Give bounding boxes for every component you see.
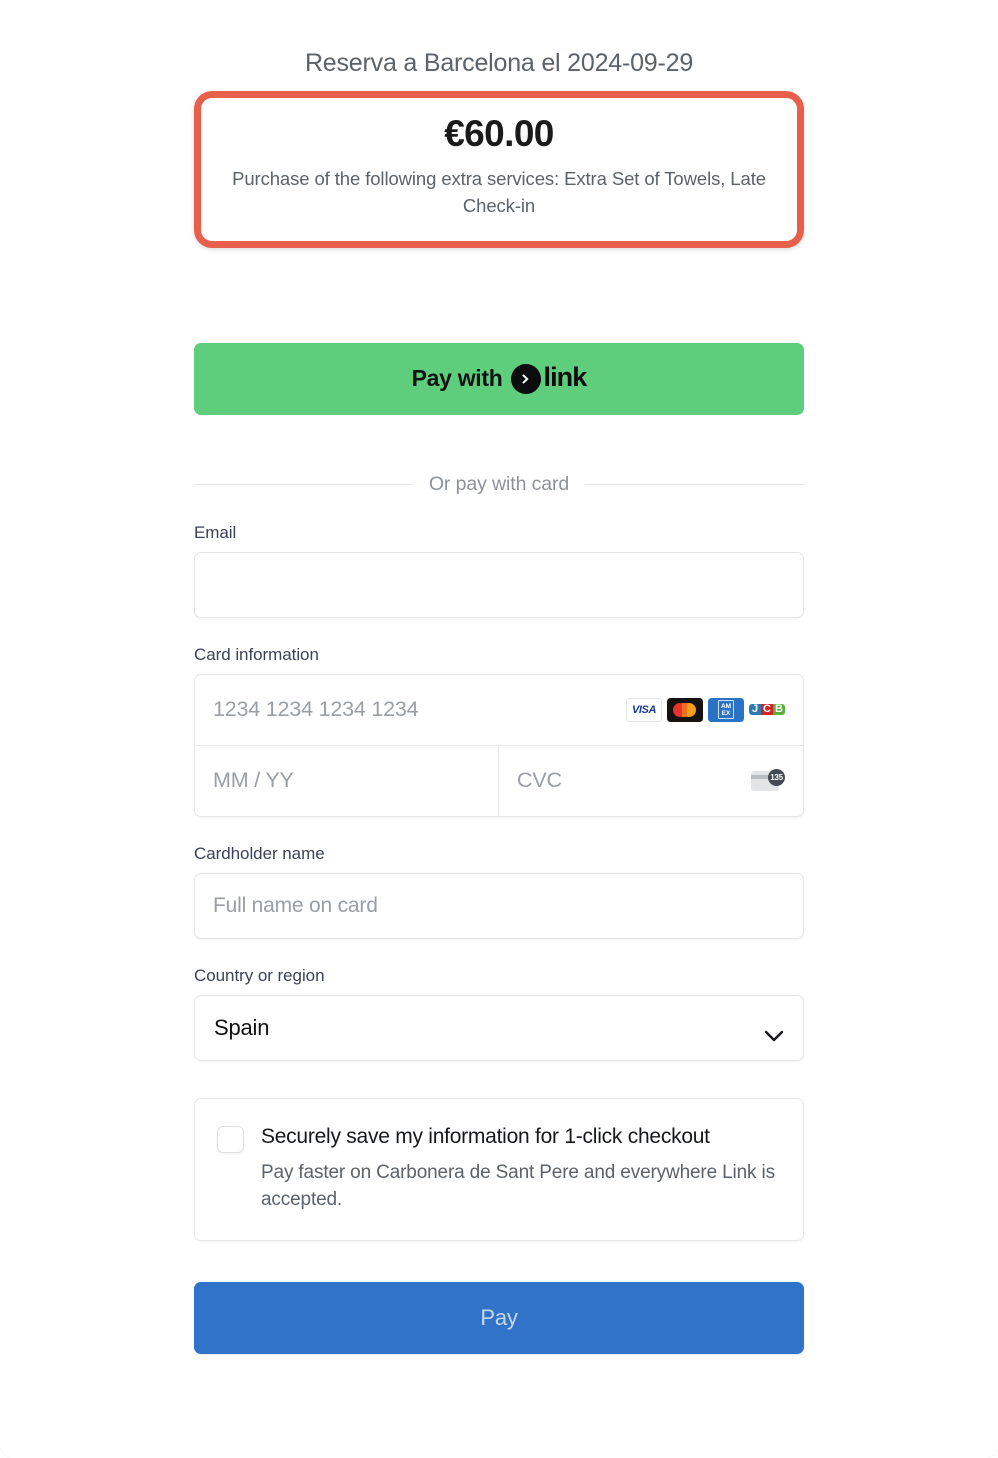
pay-with-link-button[interactable]: Pay with link <box>194 342 804 415</box>
cvc-hint-icon: 135 <box>751 768 785 793</box>
divider-label: Or pay with card <box>428 472 570 495</box>
card-expiry-cvc-row: MM / YY CVC 135 <box>195 745 803 816</box>
card-cvc-placeholder: CVC <box>517 768 562 793</box>
order-title: Reserva a Barcelona el 2024-09-29 <box>304 49 694 77</box>
email-field-group: Email <box>194 523 804 618</box>
country-select[interactable]: Spain <box>194 994 804 1061</box>
link-wordmark: link <box>543 362 587 393</box>
pay-button[interactable]: Pay <box>194 1281 804 1354</box>
divider-rule-left <box>194 483 413 485</box>
order-amount: €60.00 <box>444 113 554 154</box>
email-label: Email <box>194 522 237 542</box>
link-chevron-icon <box>511 363 542 394</box>
card-information-stack: 1234 1234 1234 1234 VISA AM EX J C B MM … <box>194 673 804 817</box>
mastercard-overlap <box>682 702 687 717</box>
chevron-down-icon <box>764 1022 784 1042</box>
jcb-letter-j: J <box>749 704 761 716</box>
checkout-sheet: Reserva a Barcelona el 2024-09-29 €60.00… <box>194 0 804 1354</box>
cardholder-name-placeholder: Full name on card <box>213 893 378 917</box>
email-input[interactable] <box>194 551 804 618</box>
jcb-icon: J C B <box>749 697 785 722</box>
mastercard-icon <box>667 697 703 722</box>
country-selected-value: Spain <box>214 1014 270 1040</box>
amex-line-2: EX <box>721 709 731 717</box>
country-label: Country or region <box>194 965 325 985</box>
visa-icon: VISA <box>626 697 662 722</box>
card-information-label: Card information <box>194 644 319 664</box>
order-summary-box: €60.00 Purchase of the following extra s… <box>194 91 804 248</box>
cvc-hint-digits: 135 <box>768 768 785 786</box>
checkout-page: Reserva a Barcelona el 2024-09-29 €60.00… <box>0 0 998 1458</box>
cardholder-name-input[interactable]: Full name on card <box>194 872 804 939</box>
amex-line-1: AM <box>720 702 732 710</box>
save-information-title: Securely save my information for 1-click… <box>261 1124 710 1148</box>
or-pay-with-card-divider: Or pay with card <box>194 473 804 496</box>
save-information-card[interactable]: Securely save my information for 1-click… <box>194 1097 804 1241</box>
order-description: Purchase of the following extra services… <box>232 168 766 216</box>
amex-icon-text: AM EX <box>717 700 735 720</box>
card-expiry-input[interactable]: MM / YY <box>195 745 499 816</box>
jcb-letter-c: C <box>761 704 773 716</box>
amex-icon: AM EX <box>708 697 744 722</box>
link-logo: link <box>511 362 587 394</box>
cardholder-name-label: Cardholder name <box>194 843 325 863</box>
visa-icon-text: VISA <box>631 703 657 716</box>
accepted-card-brands: VISA AM EX J C B <box>626 697 785 722</box>
jcb-letter-b: B <box>773 704 785 716</box>
card-expiry-placeholder: MM / YY <box>213 768 294 793</box>
card-number-input[interactable]: 1234 1234 1234 1234 VISA AM EX J C B <box>195 675 803 746</box>
divider-rule-right <box>585 483 804 485</box>
card-cvc-input[interactable]: CVC 135 <box>499 746 803 816</box>
save-information-subtitle: Pay faster on Carbonera de Sant Pere and… <box>261 1161 775 1210</box>
country-group: Country or region Spain <box>194 966 804 1061</box>
card-information-group: Card information 1234 1234 1234 1234 VIS… <box>194 645 804 817</box>
pay-with-link-label: Pay with <box>411 365 503 392</box>
save-information-checkbox[interactable] <box>217 1125 244 1153</box>
card-number-placeholder: 1234 1234 1234 1234 <box>213 697 419 722</box>
save-information-text: Securely save my information for 1-click… <box>261 1122 781 1214</box>
cardholder-name-group: Cardholder name Full name on card <box>194 844 804 939</box>
